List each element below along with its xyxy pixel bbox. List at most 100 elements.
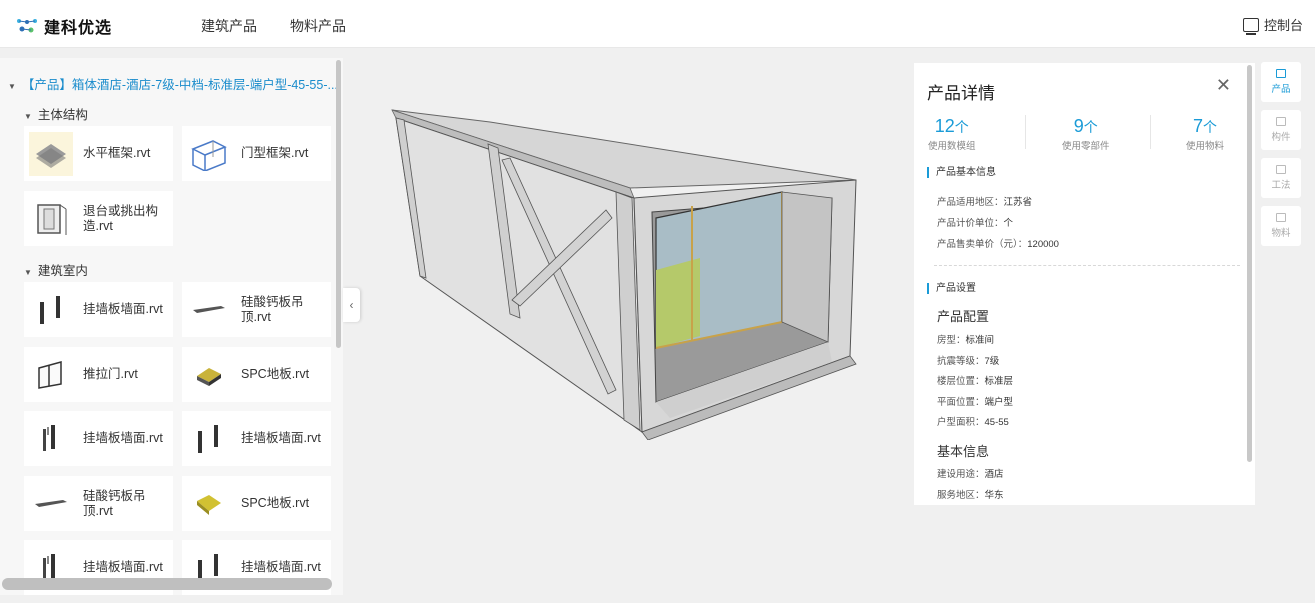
logo[interactable]: 建科优选 [16,14,112,38]
toolbar-label: 产品 [1271,84,1291,95]
model-card[interactable]: 门型框架.rvt [182,126,331,181]
top-bar: 建科优选 建筑产品 物料产品 控制台 [0,0,1315,48]
section-title-label: 建筑室内 [37,264,88,278]
stat-value: 9 [1073,116,1084,136]
divider [934,265,1240,266]
config-row: 抗震等级：7级 [937,356,1000,367]
stat-label: 使用零部件 [1062,141,1110,152]
section-main-structure[interactable]: ▼ 主体结构 [24,104,88,123]
toolbar-method-button[interactable]: 工法 [1261,158,1301,198]
card-label: SPC地板.rvt [241,367,310,381]
wall-panel-icon [29,288,73,332]
info-row: 产品售卖单价（元）：120000 [937,239,1059,250]
config-row: 房型：标准间 [937,335,995,346]
card-label: 硅酸钙板吊顶.rvt [241,294,304,324]
model-card[interactable]: 挂墙板墙面.rvt [24,282,173,337]
basic-row: 服务地区：华东 [937,490,1004,501]
config-row: 平面位置：端户型 [937,397,1014,408]
material-icon [1276,213,1286,222]
method-icon [1276,165,1286,174]
tree-root-label: 【产品】箱体酒店-酒店-7级-中档-标准层-端户型-45-55-... [21,78,338,92]
stat-divider [1025,115,1026,149]
card-label: 挂墙板墙面.rvt [241,431,321,445]
horizontal-frame-icon [29,131,73,176]
caret-down-icon: ▼ [24,112,32,121]
toolbar-label: 构件 [1271,132,1291,143]
component-icon [1276,117,1286,126]
dashboard-icon [1242,17,1259,35]
model-card[interactable]: 硅酸钙板吊顶.rvt [24,476,173,531]
product-icon [1276,69,1286,78]
model-card[interactable]: 退台或挑出构造.rvt [24,191,173,246]
section-interior[interactable]: ▼ 建筑室内 [24,260,88,279]
ceiling-board-icon [187,288,231,332]
info-row: 产品计价单位：个 [937,218,1014,229]
card-label: 水平框架.rvt [83,146,151,160]
stat-label: 使用数模组 [928,141,976,152]
portal-frame-icon [187,132,231,176]
stat-label: 使用物料 [1186,141,1225,152]
model-tree-panel: ▼ 【产品】箱体酒店-酒店-7级-中档-标准层-端户型-45-55-... ▼ 主体… [0,58,343,595]
spc-floor-icon [187,353,231,397]
tree-root-product[interactable]: ▼ 【产品】箱体酒店-酒店-7级-中档-标准层-端户型-45-55-... [8,74,338,93]
stat-parts: 9个 使用零部件 [1062,116,1110,152]
stat-materials: 7个 使用物料 [1186,116,1224,152]
collapse-panel-button[interactable]: ‹ [343,288,360,322]
card-label: 硅酸钙板吊顶.rvt [83,488,146,518]
card-label: SPC地板.rvt [241,496,310,510]
ceiling-board-icon [29,482,73,526]
toolbar-material-button[interactable]: 物料 [1261,206,1301,246]
stat-value: 12 [934,116,955,136]
nav-material-products[interactable]: 物料产品 [290,16,346,36]
tree-vertical-scrollbar[interactable] [336,60,341,348]
product-detail-panel: 产品详情 ✕ 12个 使用数模组 9个 使用零部件 7个 使用物料 产品基本信息… [914,63,1255,505]
caret-down-icon: ▼ [24,268,32,277]
card-label: 挂墙板墙面.rvt [83,302,163,316]
model-card[interactable]: SPC地板.rvt [182,476,331,531]
card-label: 挂墙板墙面.rvt [241,560,321,574]
stat-modules: 12个 使用数模组 [928,116,976,152]
model-card[interactable]: SPC地板.rvt [182,347,331,402]
wall-panel-icon [187,417,231,461]
card-label: 挂墙板墙面.rvt [83,431,163,445]
section-title-label: 主体结构 [37,108,88,122]
toolbar-label: 物料 [1271,228,1291,239]
basic-row: 建设用途：酒店 [937,469,1004,480]
stat-unit: 个 [954,119,969,135]
stat-unit: 个 [1083,119,1098,135]
detail-scrollbar[interactable] [1247,65,1252,462]
card-label: 退台或挑出构造.rvt [83,203,159,233]
spc-floor-icon [187,482,231,526]
chevron-left-icon: ‹ [349,298,354,312]
toolbar-product-button[interactable]: 产品 [1261,62,1301,102]
caret-down-icon: ▼ [8,82,16,91]
console-label: 控制台 [1263,18,1303,33]
card-label: 推拉门.rvt [83,367,138,381]
sliding-door-icon [29,353,73,397]
tree-horizontal-scrollbar[interactable] [2,578,332,590]
console-button[interactable]: 控制台 [1242,15,1303,35]
basic-title: 基本信息 [937,444,990,459]
config-row: 楼层位置：标准层 [937,376,1014,387]
wall-panel-icon [29,417,73,461]
model-card[interactable]: 推拉门.rvt [24,347,173,402]
model-card[interactable]: 挂墙板墙面.rvt [182,411,331,466]
logo-icon [17,19,37,33]
nav-building-products[interactable]: 建筑产品 [201,16,257,36]
detail-title: 产品详情 [927,84,995,103]
close-icon[interactable]: ✕ [1216,75,1231,96]
stat-unit: 个 [1203,119,1218,135]
model-card[interactable]: 硅酸钙板吊顶.rvt [182,282,331,337]
config-row: 户型面积：45-55 [937,417,1009,428]
info-row: 产品适用地区：江苏省 [937,197,1033,208]
settings-heading: 产品设置 [927,283,976,294]
toolbar-component-button[interactable]: 构件 [1261,110,1301,150]
stat-value: 7 [1193,116,1204,136]
logo-text: 建科优选 [44,20,113,37]
model-card[interactable]: 水平框架.rvt [24,126,173,181]
card-label: 挂墙板墙面.rvt [83,560,163,574]
card-label: 门型框架.rvt [241,146,309,160]
model-card[interactable]: 挂墙板墙面.rvt [24,411,173,466]
model-3d-viewport[interactable] [380,100,880,440]
stat-divider [1150,115,1151,149]
